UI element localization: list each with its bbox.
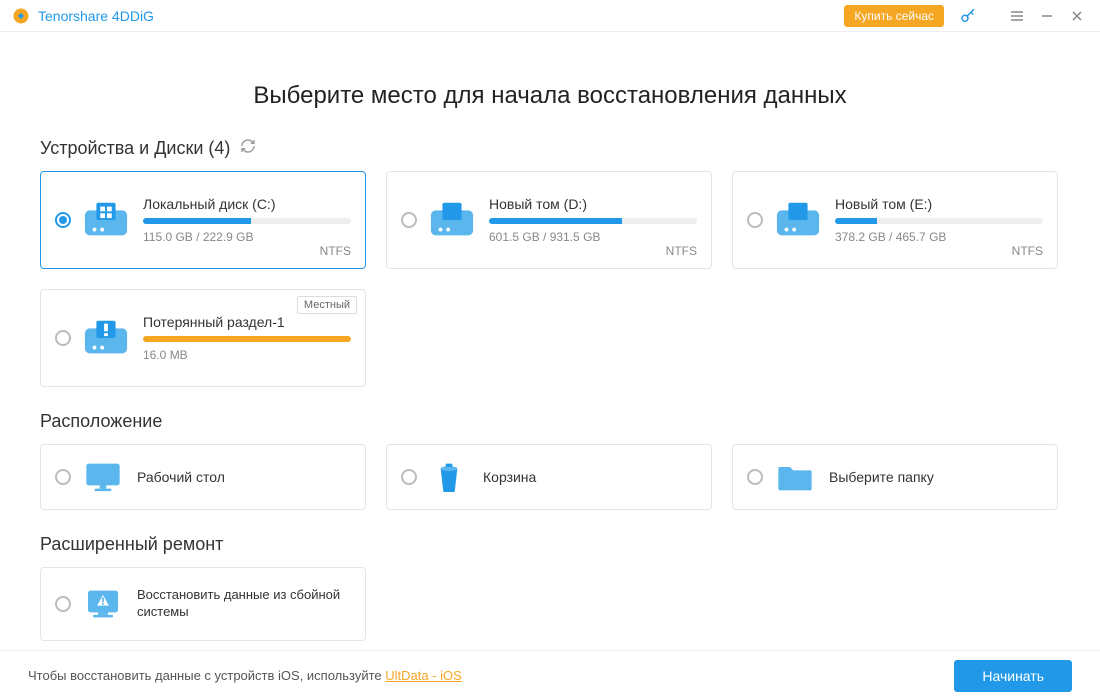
locations-section-header: Расположение [40,411,1060,432]
drive-card-1[interactable]: Новый том (D:) 601.5 GB / 931.5 GBNTFS [386,171,712,269]
advanced-label: Расширенный ремонт [40,534,223,555]
locations-label: Расположение [40,411,162,432]
drives-grid: Локальный диск (C:)115.0 GB / 222.9 GBNT… [40,171,1060,387]
menu-button[interactable] [1002,1,1032,31]
filesystem-label: NTFS [320,244,351,258]
radio-location-2[interactable] [747,469,763,485]
minimize-icon [1040,9,1054,23]
app-name: Tenorshare 4DDiG [38,8,154,24]
app-logo-icon [12,7,30,25]
drive-size: 601.5 GB / 931.5 GB [489,230,697,244]
radio-location-0[interactable] [55,469,71,485]
radio-drive-2[interactable] [747,212,763,228]
minimize-button[interactable] [1032,1,1062,31]
usage-bar [143,336,351,342]
drive-name: Потерянный раздел-1 [143,314,351,330]
advanced-section-header: Расширенный ремонт [40,534,1060,555]
location-card-folder[interactable]: Выберите папку [732,444,1058,510]
usage-bar [489,218,697,224]
radio-drive-0[interactable] [55,212,71,228]
radio-location-1[interactable] [401,469,417,485]
advanced-grid: Восстановить данные из сбойной системы [40,567,1060,641]
drive-card-0[interactable]: Локальный диск (C:) 115.0 GB / 222.9 GBNT… [40,171,366,269]
drive-name: Новый том (E:) [835,196,1043,212]
drives-label: Устройства и Диски [40,138,203,159]
locations-grid: Рабочий стол Корзина Выберите папку [40,444,1060,510]
radio-advanced[interactable] [55,596,71,612]
radio-drive-1[interactable] [401,212,417,228]
drive-card-2[interactable]: Новый том (E:) 378.2 GB / 465.7 GBNTFS [732,171,1058,269]
license-key-button[interactable] [954,2,982,30]
drive-size: 115.0 GB / 222.9 GB [143,230,351,244]
advanced-recovery-label: Восстановить данные из сбойной системы [137,587,351,621]
location-card-desktop[interactable]: Рабочий стол [40,444,366,510]
location-label: Рабочий стол [137,469,225,485]
ultdata-link[interactable]: UltData - iOS [385,668,462,683]
page-title: Выберите место для начала восстановления… [40,82,1060,110]
close-icon [1070,9,1084,23]
main-content: Выберите место для начала восстановления… [0,32,1100,650]
drive-size: 378.2 GB / 465.7 GB [835,230,1043,244]
filesystem-label: NTFS [1012,244,1043,258]
advanced-recovery-card[interactable]: Восстановить данные из сбойной системы [40,567,366,641]
radio-drive-3[interactable] [55,330,71,346]
location-label: Корзина [483,469,536,485]
drive-size: 16.0 MB [143,348,351,362]
crash-recovery-icon [83,586,123,622]
refresh-button[interactable] [240,138,256,159]
location-card-trash[interactable]: Корзина [386,444,712,510]
refresh-icon [240,138,256,154]
drives-count: (4) [208,138,230,159]
hamburger-icon [1010,9,1024,23]
usage-bar [835,218,1043,224]
close-button[interactable] [1062,1,1092,31]
drives-section-header: Устройства и Диски (4) [40,138,1060,159]
key-icon [959,7,977,25]
location-label: Выберите папку [829,469,934,485]
start-button[interactable]: Начинать [954,660,1072,692]
footer-text: Чтобы восстановить данные с устройств iO… [28,668,462,683]
buy-now-button[interactable]: Купить сейчас [844,5,944,27]
drive-tag: Местный [297,296,357,314]
footer: Чтобы восстановить данные с устройств iO… [0,650,1100,700]
filesystem-label: NTFS [666,244,697,258]
drive-name: Локальный диск (C:) [143,196,351,212]
drive-name: Новый том (D:) [489,196,697,212]
usage-bar [143,218,351,224]
drive-card-3[interactable]: Потерянный раздел-1 16.0 MB Местный [40,289,366,387]
titlebar: Tenorshare 4DDiG Купить сейчас [0,0,1100,32]
